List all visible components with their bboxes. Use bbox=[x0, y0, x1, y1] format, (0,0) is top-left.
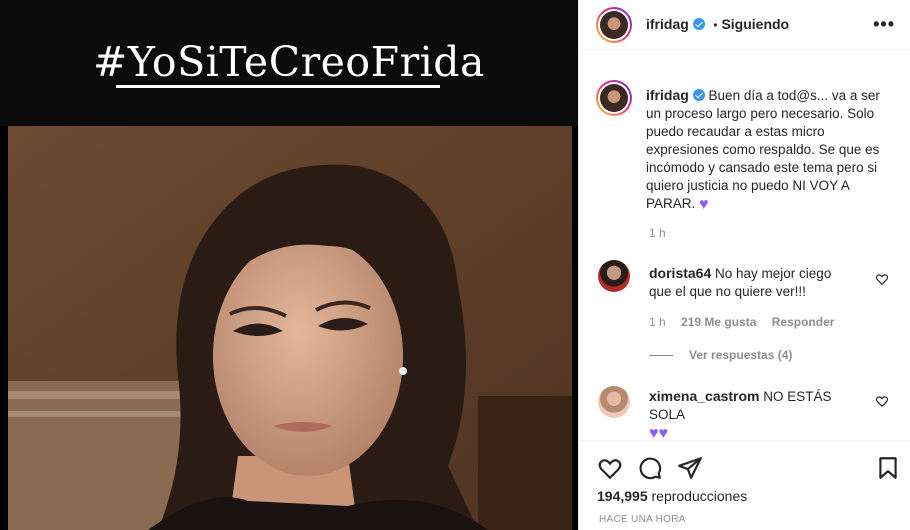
caption-author-avatar[interactable] bbox=[596, 80, 632, 116]
post-side-panel: ifridag • Siguiendo ••• ifridag Buen día … bbox=[578, 0, 910, 530]
video-frame-image bbox=[8, 126, 572, 530]
more-options-icon[interactable]: ••• bbox=[873, 14, 895, 35]
video-hashtag-text: #YoSiTeCreoFrida bbox=[93, 38, 485, 86]
caption-line: PARAR. bbox=[646, 196, 696, 211]
author-username[interactable]: ifridag bbox=[646, 16, 689, 32]
like-heart-icon[interactable] bbox=[597, 455, 623, 481]
comment-line: que el que no quiere ver!!! bbox=[649, 284, 806, 299]
caption-line: un proceso largo pero necesario. Solo bbox=[646, 106, 875, 121]
commenter-avatar[interactable] bbox=[598, 260, 630, 292]
post-header: ifridag • Siguiendo ••• bbox=[579, 0, 910, 50]
replies-divider bbox=[649, 355, 673, 356]
header-separator: • bbox=[713, 18, 718, 32]
post-media[interactable]: #YoSiTeCreoFrida bbox=[0, 0, 578, 530]
purple-heart-emoji: ♥ bbox=[699, 196, 709, 213]
following-button[interactable]: Siguiendo bbox=[721, 16, 789, 32]
caption-time: 1 h bbox=[649, 226, 666, 240]
comment-meta: 1 h 219 Me gusta Responder bbox=[649, 315, 834, 329]
reply-button[interactable]: Responder bbox=[772, 315, 835, 329]
caption-line: Buen día a tod@s... va a ser bbox=[708, 88, 880, 103]
comment-line: No hay mejor ciego bbox=[715, 266, 832, 281]
views-number: 194,995 bbox=[597, 488, 648, 504]
verified-badge-icon bbox=[692, 18, 705, 30]
share-paper-plane-icon[interactable] bbox=[677, 455, 703, 481]
post-timestamp: HACE UNA HORA bbox=[599, 514, 686, 525]
instagram-post-modal: #YoSiTeCreoFrida ifridag • Siguiendo •••… bbox=[0, 0, 910, 530]
comment-bubble-icon[interactable] bbox=[637, 455, 663, 481]
comments-section: ifridag Buen día a tod@s... va a ser un … bbox=[579, 50, 910, 440]
commenter-avatar[interactable] bbox=[598, 386, 630, 418]
video-title-bar: #YoSiTeCreoFrida bbox=[0, 0, 578, 126]
comment-text: ximena_castrom NO ESTÁS SOLA ♥♥ bbox=[649, 387, 869, 440]
comment-text: dorista64 No hay mejor ciego que el que … bbox=[649, 264, 869, 301]
caption-line: incómodo y cansado este tema pero si bbox=[646, 160, 878, 175]
video-frame[interactable] bbox=[8, 126, 572, 530]
caption-verified-icon bbox=[692, 89, 705, 101]
purple-heart-emoji: ♥ bbox=[658, 425, 669, 440]
views-count: 194,995 reproducciones bbox=[597, 488, 747, 504]
author-avatar[interactable] bbox=[596, 7, 632, 43]
post-caption: ifridag Buen día a tod@s... va a ser un … bbox=[646, 86, 896, 214]
post-actions: 194,995 reproducciones HACE UNA HORA bbox=[579, 440, 910, 530]
purple-heart-emoji: ♥ bbox=[649, 425, 659, 440]
views-label: reproducciones bbox=[651, 488, 748, 504]
comment-username[interactable]: dorista64 bbox=[649, 265, 711, 281]
caption-line: puedo recaudar a estas micro bbox=[646, 124, 825, 139]
caption-line: expresiones como respaldo. Se que es bbox=[646, 142, 880, 157]
caption-line: quiero justicia no puedo NI VOY A bbox=[646, 178, 850, 193]
comment-username[interactable]: ximena_castrom bbox=[649, 388, 760, 404]
comment-time: 1 h bbox=[649, 315, 666, 329]
caption-username[interactable]: ifridag bbox=[646, 87, 689, 103]
save-bookmark-icon[interactable] bbox=[875, 455, 901, 481]
view-replies-button[interactable]: Ver respuestas (4) bbox=[689, 348, 792, 362]
comment-like-heart-icon[interactable] bbox=[875, 394, 889, 408]
comment-like-heart-icon[interactable] bbox=[875, 272, 889, 286]
hashtag-underline bbox=[116, 85, 440, 88]
comment-likes[interactable]: 219 Me gusta bbox=[681, 315, 756, 329]
